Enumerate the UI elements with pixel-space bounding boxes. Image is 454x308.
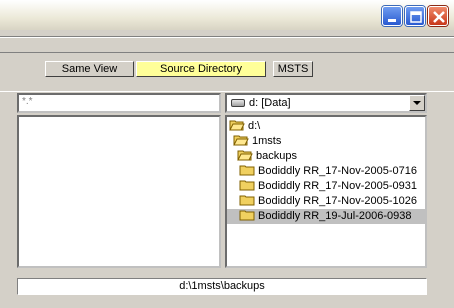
tree-item[interactable]: 1msts (233, 134, 281, 149)
same-view-button[interactable]: Same View (45, 61, 134, 77)
close-button[interactable] (428, 6, 448, 26)
dropdown-arrow-button[interactable] (409, 95, 425, 111)
file-list[interactable] (17, 115, 221, 268)
current-path: d:\1msts\backups (179, 280, 265, 292)
folder-icon (239, 195, 255, 206)
minimize-icon (388, 19, 396, 22)
source-directory-button[interactable]: Source Directory (136, 61, 266, 77)
folder-icon (239, 165, 255, 176)
tree-item[interactable]: Bodiddly RR_17-Nov-2005-0716 (239, 164, 417, 179)
tree-item[interactable]: Bodiddly RR_17-Nov-2005-1026 (239, 194, 417, 209)
separator (0, 36, 454, 38)
tree-item-label: Bodiddly RR_17-Nov-2005-1026 (258, 195, 417, 207)
drive-icon (231, 99, 245, 107)
folder-icon (239, 210, 255, 221)
folder-icon (239, 180, 255, 191)
tree-item-label: Bodiddly RR_17-Nov-2005-0716 (258, 165, 417, 177)
folder-open-icon (237, 150, 253, 161)
minimize-button[interactable] (382, 6, 402, 26)
tree-item[interactable]: Bodiddly RR_17-Nov-2005-0931 (239, 179, 417, 194)
maximize-icon (410, 11, 422, 23)
tree-item-label: backups (256, 150, 297, 162)
tree-item-label: 1msts (252, 135, 282, 147)
tree-item-label: d:\ (248, 120, 261, 132)
drive-label: d: [Data] (249, 97, 291, 109)
msts-button[interactable]: MSTS (273, 61, 313, 77)
path-display: d:\1msts\backups (17, 278, 427, 295)
chevron-down-icon (413, 101, 421, 105)
tree-item-label: Bodiddly RR_19-Jul-2006-0938 (258, 210, 412, 222)
tree-item[interactable]: backups (237, 149, 297, 164)
close-icon (433, 11, 445, 23)
maximize-button[interactable] (405, 6, 425, 26)
directory-tree[interactable]: d:\ 1msts backups Bodiddly RR_17-Nov-200… (225, 115, 427, 268)
drive-select[interactable]: d: [Data] (225, 93, 427, 113)
folder-open-icon (233, 135, 249, 146)
tree-item-selected[interactable]: Bodiddly RR_19-Jul-2006-0938 (227, 209, 425, 224)
tree-item[interactable]: d:\ (229, 119, 260, 134)
file-filter-input[interactable]: *.* (17, 93, 221, 113)
tree-item-label: Bodiddly RR_17-Nov-2005-0931 (258, 180, 417, 192)
folder-open-icon (229, 120, 245, 131)
